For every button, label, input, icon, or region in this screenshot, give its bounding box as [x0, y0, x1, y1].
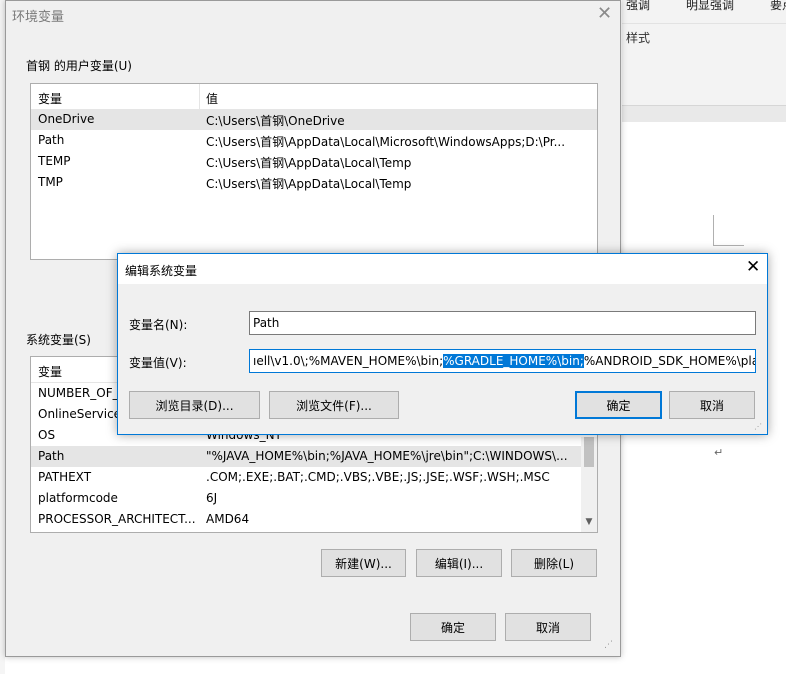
variable-value: C:\Users\首钢\AppData\Local\Temp	[206, 177, 412, 191]
resize-grip-icon[interactable]: ⋰	[754, 422, 762, 431]
value-text-selected: %GRADLE_HOME%\bin;	[443, 354, 584, 368]
variable-name: Path	[38, 449, 65, 463]
system-variable-row[interactable]: PROCESSOR_ARCHITECT... AMD64	[31, 509, 581, 530]
variable-name: TMP	[38, 175, 63, 189]
style-gallery: 强调 明显强调 要点	[622, 0, 786, 16]
variable-name: platformcode	[38, 491, 118, 505]
variable-name: OneDrive	[38, 112, 95, 126]
scrollbar-thumb[interactable]	[584, 437, 594, 467]
user-variable-row[interactable]: TEMP C:\Users\首钢\AppData\Local\Temp	[31, 151, 597, 172]
value-text-before: ıell\v1.0\;%MAVEN_HOME%\bin;	[253, 354, 444, 368]
style-intense-emphasis[interactable]: 明显强调	[686, 0, 734, 13]
column-header-variable[interactable]: 变量	[38, 90, 62, 107]
variable-name: PROCESSOR_ARCHITECT...	[38, 512, 196, 526]
column-header-variable[interactable]: 变量	[38, 363, 62, 380]
variable-value-label: 变量值(V):	[129, 356, 187, 370]
browse-directory-button[interactable]: 浏览目录(D)...	[129, 391, 260, 419]
column-divider[interactable]	[199, 84, 200, 109]
variable-name: Path	[38, 133, 65, 147]
variable-name: PATHEXT	[38, 470, 92, 484]
edit-system-variable-dialog: 编辑系统变量 ✕ 变量名(N): Path 变量值(V): ıell\v1.0\…	[117, 253, 768, 435]
column-header-value[interactable]: 值	[206, 90, 218, 107]
ribbon-group-label: 样式	[626, 31, 651, 45]
style-strong[interactable]: 要点	[770, 0, 786, 13]
dialog-ok-button[interactable]: 确定	[575, 391, 662, 419]
edit-variable-button[interactable]: 编辑(I)...	[416, 549, 502, 577]
close-icon[interactable]: ✕	[746, 257, 760, 277]
list-header: 变量 值	[31, 84, 597, 110]
style-emphasis[interactable]: 强调	[626, 0, 650, 13]
system-variable-row[interactable]: platformcode 6J	[31, 488, 581, 509]
user-variables-label: 首钢 的用户变量(U)	[26, 59, 132, 73]
dialog-title: 编辑系统变量	[125, 264, 198, 278]
user-variable-row[interactable]: OneDrive C:\Users\首钢\OneDrive	[31, 109, 597, 130]
window-title: 环境变量	[12, 10, 65, 25]
variable-name-label: 变量名(N):	[129, 318, 188, 332]
user-variables-list[interactable]: 变量 值 OneDrive C:\Users\首钢\OneDrive Path …	[30, 83, 598, 260]
ok-button[interactable]: 确定	[410, 613, 496, 641]
ribbon-separator	[622, 23, 786, 24]
system-variables-label: 系统变量(S)	[26, 333, 91, 347]
dialog-titlebar[interactable]: 编辑系统变量 ✕	[118, 254, 767, 284]
variable-name-input[interactable]: Path	[249, 311, 756, 335]
scroll-down-icon[interactable]: ▼	[581, 517, 597, 527]
variable-value: C:\Users\首钢\AppData\Local\Temp	[206, 156, 412, 170]
variable-name: OnlineService	[38, 407, 122, 421]
system-list-scrollbar[interactable]: ▼	[581, 437, 597, 532]
variable-value: 6J	[206, 491, 218, 505]
resize-grip-icon[interactable]: ⋰	[604, 641, 613, 650]
variable-value: C:\Users\首钢\AppData\Local\Microsoft\Wind…	[206, 135, 566, 149]
browse-file-button[interactable]: 浏览文件(F)...	[269, 391, 399, 419]
variable-value: AMD64	[206, 512, 250, 526]
variable-value-input[interactable]: ıell\v1.0\;%MAVEN_HOME%\bin;%GRADLE_HOME…	[249, 349, 756, 373]
variable-name: NUMBER_OF_	[38, 386, 119, 400]
variable-value: C:\Users\首钢\OneDrive	[206, 114, 345, 128]
background-ribbon: 强调 明显强调 要点 样式	[622, 0, 786, 106]
system-variable-row[interactable]: Path "%JAVA_HOME%\bin;%JAVA_HOME%\jre\bi…	[31, 446, 581, 467]
user-variable-row[interactable]: Path C:\Users\首钢\AppData\Local\Microsoft…	[31, 130, 597, 151]
paragraph-mark: ↵	[714, 446, 724, 459]
delete-variable-button[interactable]: 删除(L)	[511, 549, 597, 577]
new-variable-button[interactable]: 新建(W)...	[321, 549, 406, 577]
value-text-after: %ANDROID_SDK_HOME%\pla	[583, 354, 756, 368]
variable-value: "%JAVA_HOME%\bin;%JAVA_HOME%\jre\bin";C:…	[206, 449, 568, 463]
variable-name: OS	[38, 428, 56, 442]
variable-value: .COM;.EXE;.BAT;.CMD;.VBS;.VBE;.JS;.JSE;.…	[206, 470, 550, 484]
page-margin-marker	[713, 215, 744, 246]
user-variable-row[interactable]: TMP C:\Users\首钢\AppData\Local\Temp	[31, 172, 597, 193]
cancel-button[interactable]: 取消	[505, 613, 591, 641]
system-variable-row[interactable]: PATHEXT .COM;.EXE;.BAT;.CMD;.VBS;.VBE;.J…	[31, 467, 581, 488]
variable-name: TEMP	[38, 154, 71, 168]
dialog-cancel-button[interactable]: 取消	[669, 391, 755, 419]
close-icon[interactable]: ✕	[597, 4, 612, 24]
